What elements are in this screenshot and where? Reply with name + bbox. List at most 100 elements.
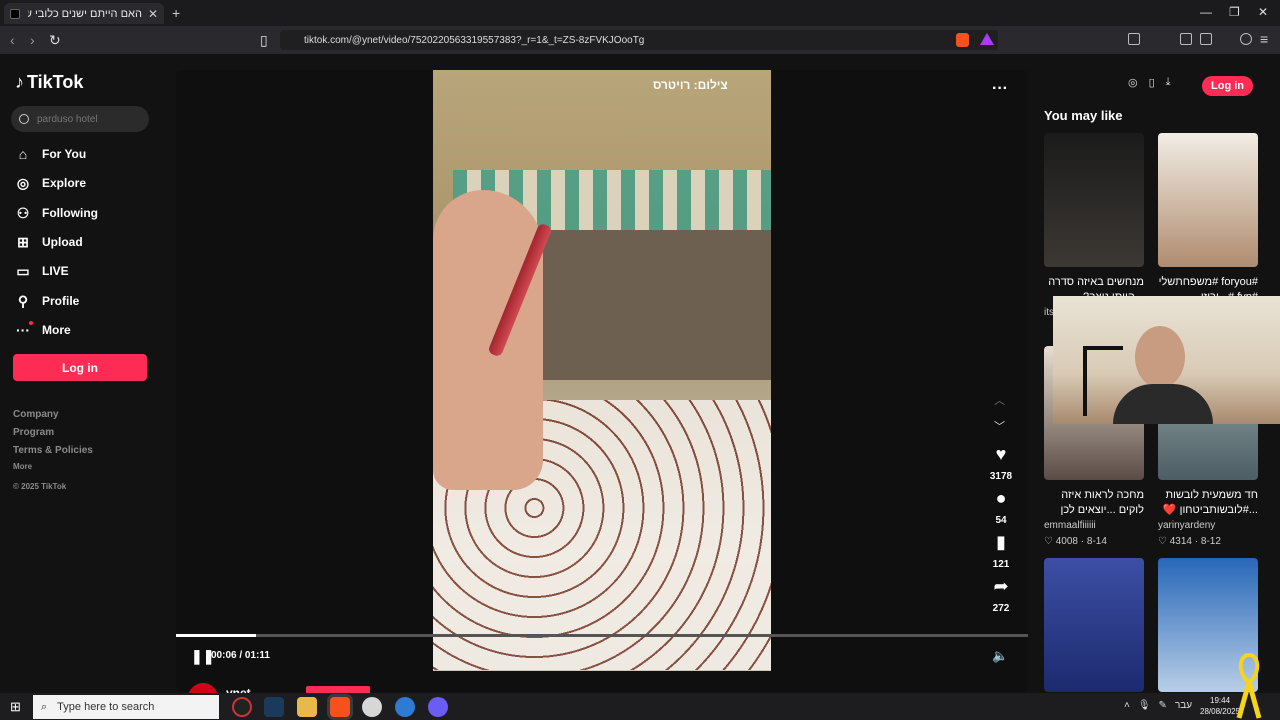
share-action[interactable]: ➦ 272 <box>981 576 1021 614</box>
messenger-icon[interactable] <box>428 697 448 717</box>
header-login-button[interactable]: Log in <box>1202 76 1253 96</box>
top-right-toolbar: ◎ ▯ ⤓ <box>1128 76 1182 89</box>
menu-icon[interactable]: ≡ <box>1260 31 1268 47</box>
browser-tab[interactable]: האם הייתם ישנים כלובי של מלון ✕ <box>4 3 164 24</box>
nav-following[interactable]: ⚇ Following <box>15 203 98 223</box>
video-thumbnail[interactable] <box>1044 133 1144 267</box>
suggested-video-card[interactable]: #foryou #משפחתשלי #fyp #...ורוזי <box>1158 133 1258 305</box>
wallet-icon[interactable] <box>1200 33 1212 45</box>
nav-for-you[interactable]: ⌂ For You <box>15 144 86 164</box>
nav-label: Profile <box>42 294 80 308</box>
save-action[interactable]: ▮ 121 <box>981 532 1021 570</box>
pen-icon[interactable]: ✎ <box>1159 700 1167 711</box>
bookmark-icon[interactable]: ▯ <box>260 32 268 49</box>
taskbar-search[interactable]: ⌕ Type here to search <box>33 695 219 719</box>
volume-icon[interactable]: 🔈 <box>992 648 1008 664</box>
app-icon[interactable] <box>362 697 382 717</box>
save-count: 121 <box>992 559 1010 570</box>
nav-label: For You <box>42 147 87 161</box>
progress-fill <box>176 634 257 637</box>
reload-icon[interactable]: ↻ <box>49 32 61 49</box>
comment-action[interactable]: ● 54 <box>981 488 1021 526</box>
search-box[interactable] <box>11 106 149 132</box>
next-video-icon[interactable]: ﹀ <box>994 418 1005 434</box>
brave-app-icon[interactable] <box>330 697 350 717</box>
steam-app-icon[interactable] <box>264 697 284 717</box>
login-button[interactable]: Log in <box>13 354 147 381</box>
card-stats: ♡ 4314 · 8-12 <box>1158 536 1221 547</box>
close-tab-icon[interactable]: ✕ <box>148 7 158 21</box>
obs-app-icon[interactable] <box>232 697 252 717</box>
vpn-icon[interactable] <box>1240 33 1252 45</box>
ccleaner-icon[interactable] <box>395 697 415 717</box>
brave-shield-icon[interactable] <box>956 33 969 47</box>
like-action[interactable]: ♥ 3178 <box>981 444 1021 482</box>
search-input[interactable] <box>37 113 137 125</box>
bookmark-icon: ▮ <box>996 532 1006 552</box>
tiktok-note-icon: ♪ <box>15 72 24 92</box>
nav-explore[interactable]: ◎ Explore <box>15 173 86 193</box>
mobile-icon[interactable]: ▯ <box>1149 76 1155 89</box>
person-icon: ⚲ <box>17 292 29 309</box>
time-display: 00:06 / 01:11 <box>211 650 270 661</box>
video-scene-hand <box>433 190 543 490</box>
video-frame[interactable]: צילום: רויטרס <box>433 70 771 671</box>
url-field[interactable]: tiktok.com/@ynet/video/75202205633195573… <box>280 30 998 50</box>
nav-label: Following <box>42 206 98 220</box>
copyright: © 2025 TikTok <box>13 482 67 491</box>
restore-icon[interactable]: ❐ <box>1229 5 1240 19</box>
nav-label: Explore <box>42 176 87 190</box>
more-options-icon[interactable]: ··· <box>992 80 1008 98</box>
footer-terms-link[interactable]: Terms & Policies <box>13 445 93 456</box>
progress-bar[interactable] <box>176 634 1028 637</box>
video-thumbnail[interactable] <box>1158 133 1258 267</box>
file-explorer-icon[interactable] <box>297 697 317 717</box>
compass-icon: ◎ <box>16 174 30 191</box>
nav-live[interactable]: ▭ LIVE <box>15 261 69 281</box>
system-tray[interactable]: ˄ 🎙 ✎ עבר <box>1124 700 1192 711</box>
footer-program-link[interactable]: Program <box>13 427 54 438</box>
nav-label: LIVE <box>42 264 69 278</box>
windows-start-icon[interactable]: ⊞ <box>10 699 21 715</box>
card-stats: ♡ 4008 · 8-14 <box>1044 536 1107 547</box>
mic-icon[interactable]: 🎙 <box>1138 700 1151 711</box>
previous-video-icon[interactable]: ︿ <box>994 392 1005 408</box>
plus-square-icon: ⊞ <box>17 233 29 250</box>
video-player[interactable]: צילום: רויטרס ··· ︿ ﹀ ♥ 3178 ● 54 ▮ 121 … <box>176 70 1028 692</box>
streamer-body <box>1113 384 1213 424</box>
comment-count: 54 <box>995 515 1007 526</box>
tiktok-favicon-icon <box>10 8 20 19</box>
logo-text: TikTok <box>27 72 84 92</box>
nav-more[interactable]: ··· More <box>15 320 71 340</box>
card-user[interactable]: yarinyardeny <box>1158 520 1258 531</box>
clock-time: 19:44 <box>1210 696 1231 705</box>
footer-company-link[interactable]: Company <box>13 409 59 420</box>
back-icon[interactable]: ‹ <box>10 32 15 48</box>
close-window-icon[interactable]: ✕ <box>1258 5 1268 19</box>
url-text: tiktok.com/@ynet/video/75202205633195573… <box>304 34 645 46</box>
share-count: 272 <box>992 603 1010 614</box>
brave-rewards-icon[interactable] <box>980 33 994 45</box>
more-notification-dot <box>29 321 33 325</box>
card-user[interactable]: emmaalfiiiiii <box>1044 520 1144 531</box>
coins-icon[interactable]: ◎ <box>1128 76 1138 89</box>
sidebar-toggle-icon[interactable] <box>1128 33 1140 45</box>
footer-more-link[interactable]: More <box>13 462 32 471</box>
new-tab-button[interactable]: + <box>172 5 180 21</box>
chevron-up-icon[interactable]: ˄ <box>1124 700 1130 711</box>
comment-icon: ● <box>995 488 1007 508</box>
tiktok-logo[interactable]: ♪ TikTok <box>15 72 83 93</box>
suggested-video-card[interactable]: מנחשים באיזה סדרה ...הייתי ניצב? #צילומי… <box>1044 133 1144 318</box>
nav-profile[interactable]: ⚲ Profile <box>15 291 79 311</box>
taskbar-clock[interactable]: 19:44 28/08/2025 <box>1200 695 1240 717</box>
download-icon[interactable]: ⤓ <box>1166 76 1171 89</box>
forward-icon[interactable]: › <box>30 32 35 48</box>
video-thumbnail[interactable] <box>1044 558 1144 692</box>
reader-icon[interactable] <box>1180 33 1192 45</box>
language-indicator[interactable]: עבר <box>1175 700 1192 711</box>
suggested-video-card[interactable] <box>1044 558 1144 692</box>
streamer-face <box>1135 326 1185 388</box>
search-icon: ⌕ <box>41 700 48 713</box>
nav-upload[interactable]: ⊞ Upload <box>15 232 83 252</box>
minimize-icon[interactable]: — <box>1200 5 1212 19</box>
